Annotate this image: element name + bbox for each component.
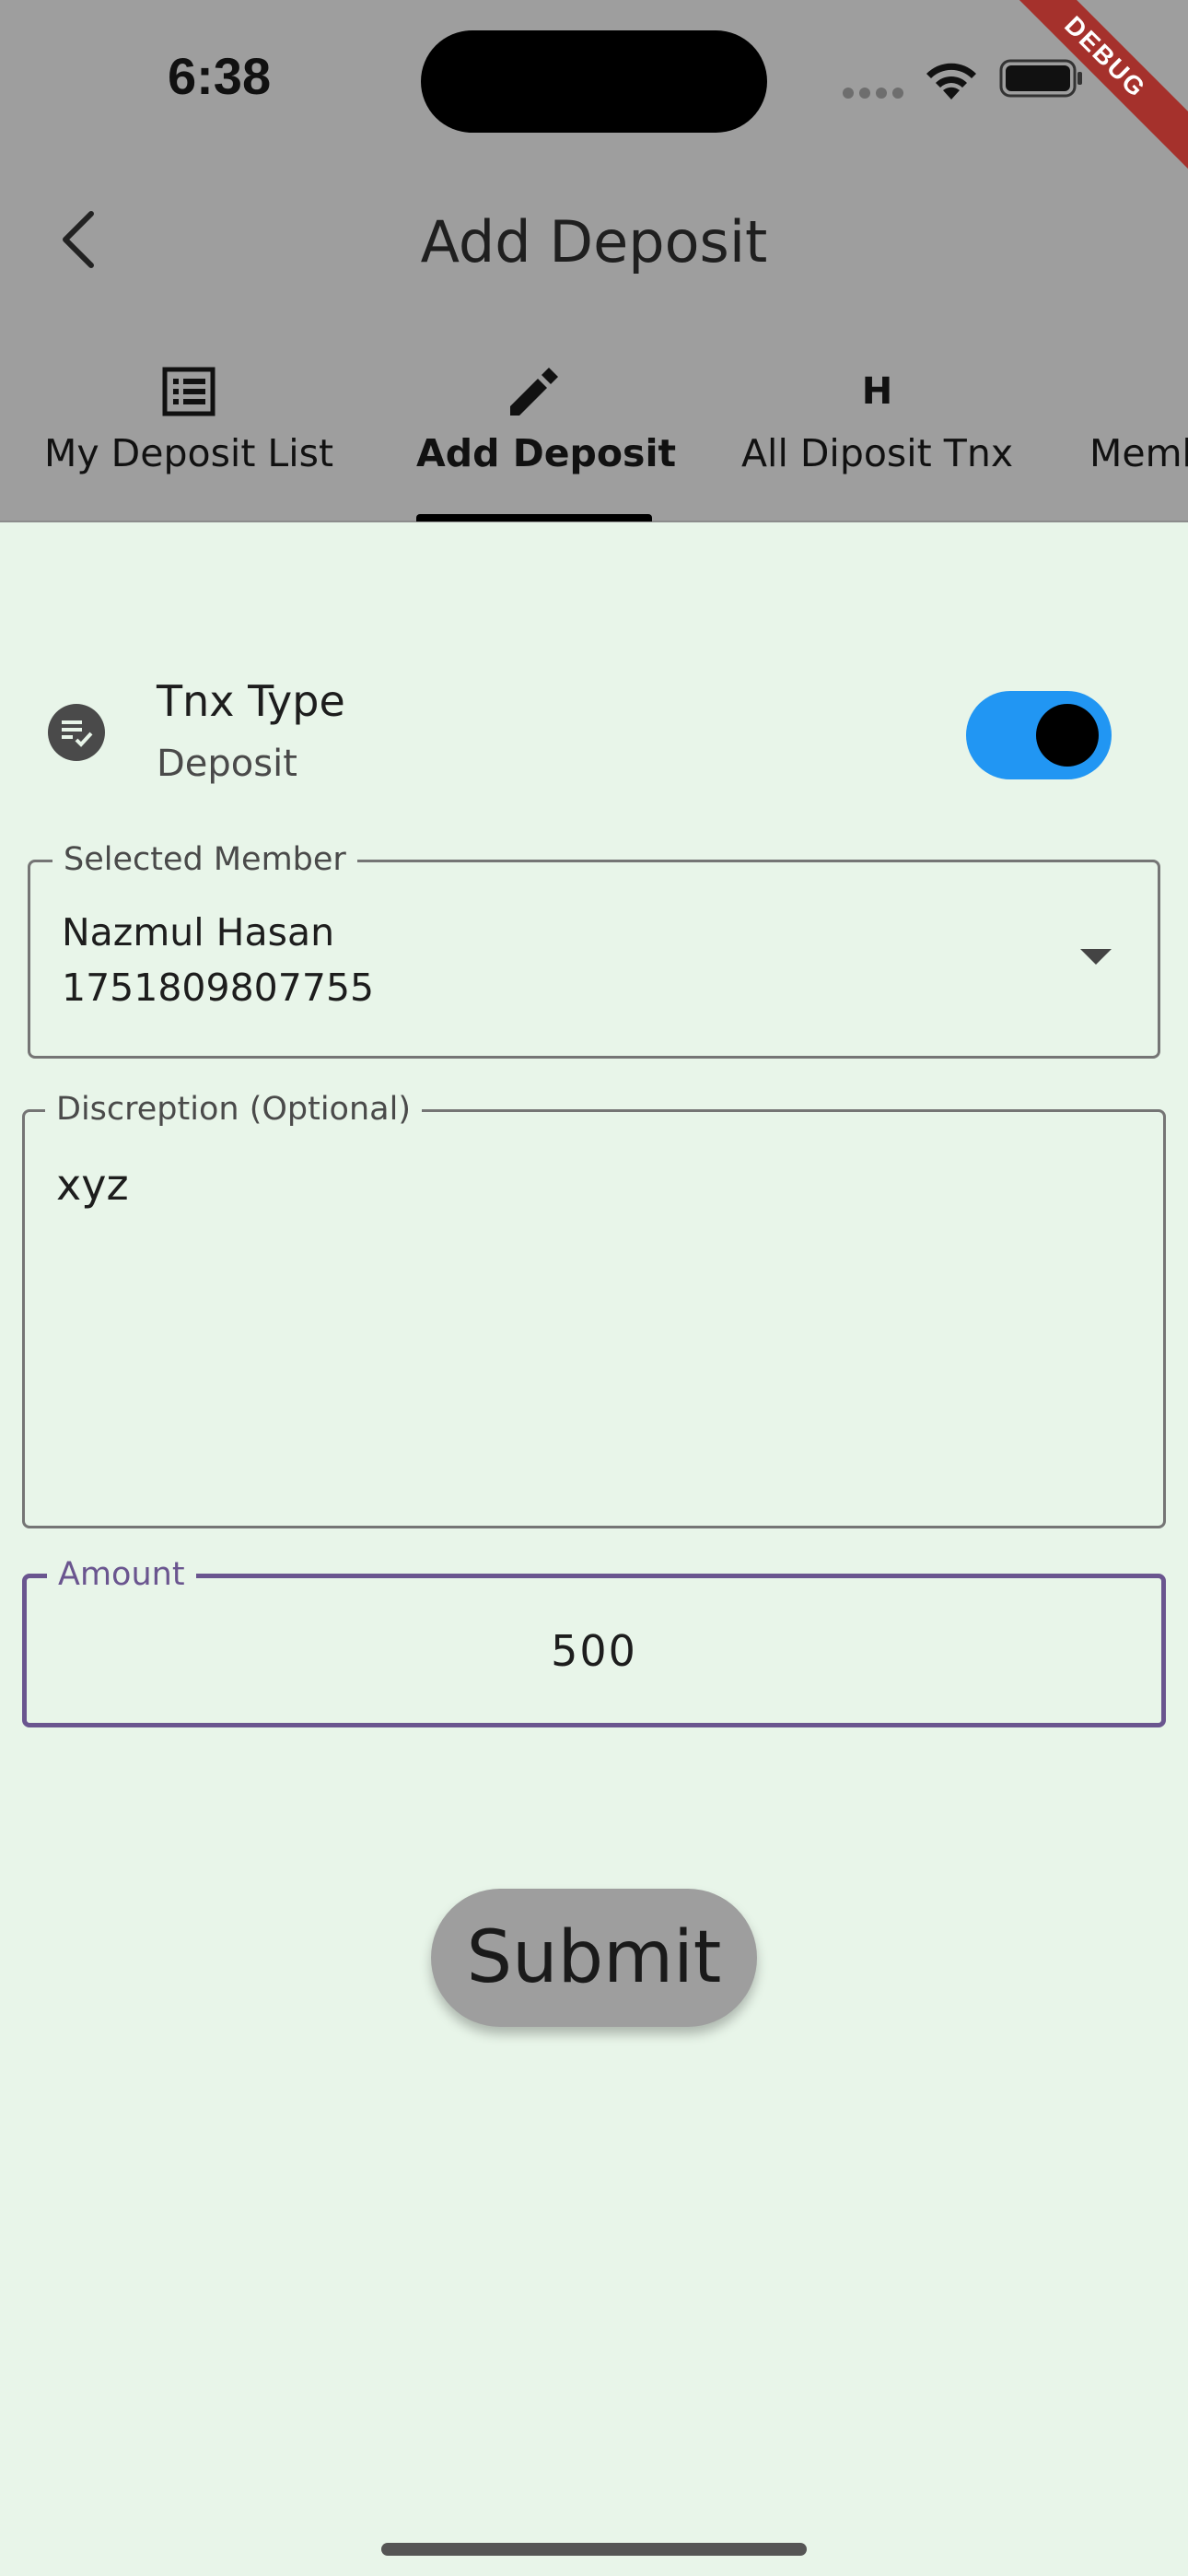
selected-member-dropdown[interactable]: Selected Member Nazmul Hasan 17518098077… xyxy=(28,841,1160,1059)
tab-my-deposit-list[interactable]: My Deposit List xyxy=(44,359,333,521)
amount-value: 500 xyxy=(551,1626,637,1676)
tab-all-diposit-tnx[interactable]: H All Diposit Tnx xyxy=(741,359,1013,521)
checklist-icon xyxy=(48,704,105,761)
tab-label: My Deposit List xyxy=(44,431,334,475)
h-icon: H xyxy=(861,370,893,413)
home-indicator xyxy=(381,2543,807,2556)
battery-icon xyxy=(999,59,1082,98)
tnx-type-title: Tnx Type xyxy=(157,676,345,726)
amount-input[interactable]: Amount 500 xyxy=(22,1556,1166,1727)
selected-member-label: Selected Member xyxy=(52,841,357,878)
tab-add-deposit[interactable]: Add Deposit xyxy=(416,359,677,521)
tnx-type-row: Tnx Type Deposit xyxy=(0,673,1188,792)
toggle-thumb xyxy=(1036,704,1099,767)
member-name: Nazmul Hasan xyxy=(62,910,335,954)
submit-button[interactable]: Submit xyxy=(431,1889,757,2027)
pencil-icon xyxy=(510,368,558,416)
tab-indicator xyxy=(416,514,652,521)
description-label: Discreption (Optional) xyxy=(45,1091,422,1128)
dropdown-arrow-icon xyxy=(1080,949,1112,965)
wifi-icon xyxy=(926,63,976,100)
status-time: 6:38 xyxy=(168,47,272,105)
tab-members[interactable]: Memb xyxy=(1089,359,1188,521)
tnx-type-toggle[interactable] xyxy=(966,691,1112,779)
list-icon xyxy=(162,367,215,416)
tab-label: All Diposit Tnx xyxy=(741,431,1014,475)
tab-label: Add Deposit xyxy=(416,431,677,475)
page-title: Add Deposit xyxy=(420,208,768,275)
tnx-type-value: Deposit xyxy=(157,743,297,785)
cellular-signal-icon xyxy=(843,85,909,102)
tab-label: Memb xyxy=(1089,431,1188,475)
dynamic-island xyxy=(421,30,767,133)
description-input[interactable]: Discreption (Optional) xyz xyxy=(22,1091,1166,1528)
app-bar: 6:38 DEBUG Add Deposit My Deposit List A… xyxy=(0,0,1188,522)
amount-label: Amount xyxy=(47,1556,196,1593)
description-value: xyz xyxy=(56,1160,129,1210)
member-phone: 1751809807755 xyxy=(62,966,375,1010)
